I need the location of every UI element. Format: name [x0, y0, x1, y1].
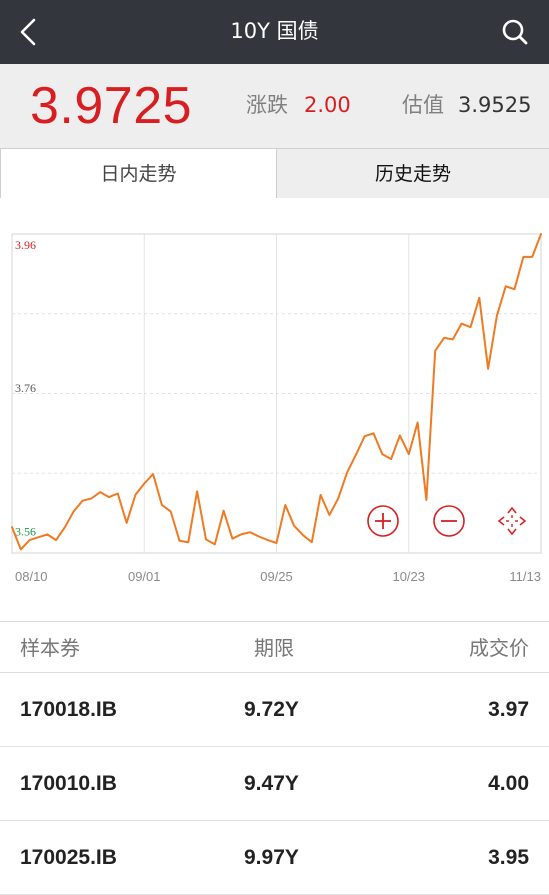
chart-tabs: 日内走势 历史走势 [0, 148, 549, 198]
price-chart-svg: 3.96 3.76 3.56 08/10 09/01 09/25 10/23 11/13 [11, 233, 542, 584]
column-header-price: 成交价 [469, 636, 529, 660]
table-row[interactable]: 170025.IB 9.97Y 3.95 [0, 821, 549, 895]
bond-term: 9.97Y [244, 846, 299, 869]
change-label: 涨跌 [246, 93, 288, 117]
table-row[interactable]: 170010.IB 9.47Y 4.00 [0, 747, 549, 821]
bond-code: 170025.IB [20, 846, 117, 869]
bond-price: 3.95 [488, 846, 529, 869]
page-title: 10Y 国债 [230, 19, 319, 43]
search-icon[interactable] [495, 12, 535, 52]
table-row[interactable]: 170018.IB 9.72Y 3.97 [0, 673, 549, 747]
change-value: 2.00 [304, 93, 351, 117]
tab-history[interactable]: 历史走势 [277, 148, 549, 198]
quote-summary: 3.9725 涨跌 2.00 估值 3.9525 [0, 64, 549, 148]
x-tick-label: 09/25 [260, 569, 293, 584]
x-tick-label: 10/23 [392, 569, 425, 584]
y-tick-label: 3.56 [15, 524, 36, 538]
x-tick-label: 11/13 [509, 569, 541, 584]
x-tick-label: 09/01 [128, 569, 161, 584]
x-tick-label: 08/10 [15, 569, 48, 584]
chevron-left-icon[interactable] [10, 12, 50, 52]
zoom-in-icon[interactable] [367, 505, 399, 537]
bond-price: 4.00 [488, 772, 529, 795]
top-navigation-bar: 10Y 国债 [0, 0, 549, 64]
estimate-value: 3.9525 [458, 93, 532, 117]
bond-code: 170018.IB [20, 698, 117, 721]
tab-intraday[interactable]: 日内走势 [0, 148, 277, 198]
bond-price: 3.97 [488, 698, 529, 721]
bond-term: 9.72Y [244, 698, 299, 721]
column-header-term: 期限 [254, 636, 294, 660]
table-header: 样本券 期限 成交价 [0, 621, 549, 673]
bond-term: 9.47Y [244, 772, 299, 795]
column-header-bond: 样本券 [20, 636, 80, 660]
estimate-label: 估值 [402, 93, 444, 117]
current-price: 3.9725 [30, 77, 193, 135]
y-tick-label: 3.76 [15, 381, 36, 395]
bond-code: 170010.IB [20, 772, 117, 795]
y-tick-label: 3.96 [15, 238, 36, 252]
zoom-out-icon[interactable] [433, 505, 465, 537]
sample-bonds-table: 样本券 期限 成交价 170018.IB 9.72Y 3.97 170010.I… [0, 621, 549, 895]
price-chart: 3.96 3.76 3.56 08/10 09/01 09/25 10/23 11/13 [0, 199, 549, 619]
